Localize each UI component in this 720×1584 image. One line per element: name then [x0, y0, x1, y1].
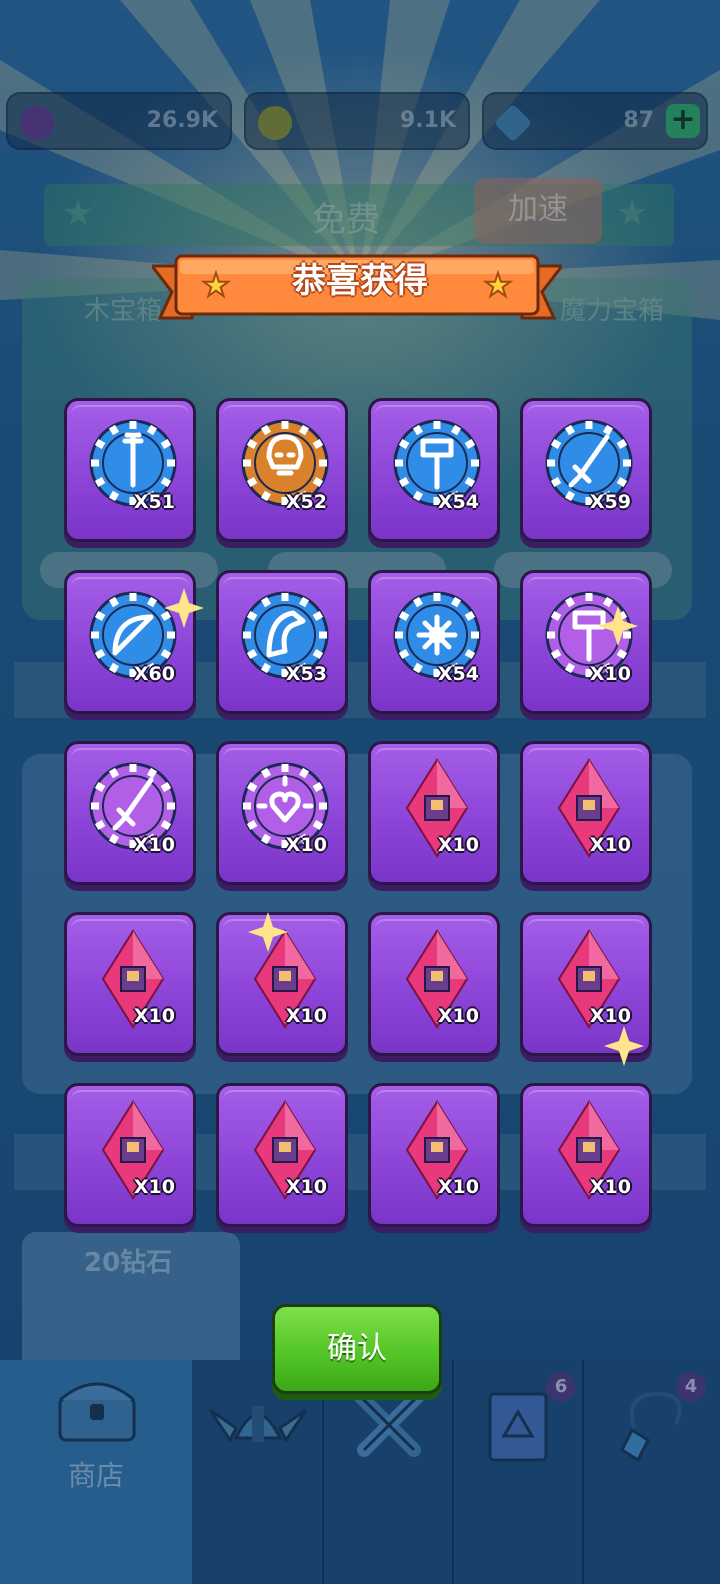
reward-card: X53 [216, 570, 348, 714]
reward-card: X10 [64, 1083, 196, 1227]
reward-quantity: X10 [133, 1176, 175, 1198]
reward-quantity: X10 [285, 834, 327, 856]
reward-quantity: X51 [133, 491, 175, 513]
reward-quantity: X10 [589, 1005, 631, 1027]
reward-card: X10 [64, 741, 196, 885]
reward-quantity: X10 [437, 1005, 479, 1027]
reward-quantity: X10 [437, 834, 479, 856]
reward-card: X10 [216, 741, 348, 885]
reward-card: X52 [216, 398, 348, 542]
reward-card: X59 [520, 398, 652, 542]
sparkle-icon [248, 912, 288, 952]
reward-quantity: X10 [285, 1005, 327, 1027]
reward-quantity: X54 [437, 491, 479, 513]
reward-card: X51 [64, 398, 196, 542]
sparkle-icon [164, 588, 204, 628]
reward-quantity: X10 [589, 834, 631, 856]
reward-quantity: X10 [285, 1176, 327, 1198]
sparkle-icon [598, 606, 638, 646]
reward-quantity: X10 [589, 663, 631, 685]
reward-quantity: X10 [133, 1005, 175, 1027]
reward-quantity: X60 [133, 663, 175, 685]
reward-card: X10 [520, 1083, 652, 1227]
reward-card: X10 [368, 741, 500, 885]
reward-card: X10 [520, 741, 652, 885]
popup-title: 恭喜获得 [292, 261, 428, 301]
sparkle-icon [604, 1026, 644, 1066]
reward-quantity: X10 [133, 834, 175, 856]
reward-card: X10 [216, 1083, 348, 1227]
reward-card: X10 [368, 1083, 500, 1227]
reward-quantity: X10 [437, 1176, 479, 1198]
reward-card: X54 [368, 398, 500, 542]
reward-quantity: X54 [437, 663, 479, 685]
reward-card: X10 [368, 912, 500, 1056]
reward-quantity: X53 [285, 663, 327, 685]
reward-quantity: X52 [285, 491, 327, 513]
reward-card: X54 [368, 570, 500, 714]
reward-card: X10 [64, 912, 196, 1056]
confirm-button[interactable]: 确认 [272, 1304, 442, 1394]
reward-quantity: X59 [589, 491, 631, 513]
reward-quantity: X10 [589, 1176, 631, 1198]
